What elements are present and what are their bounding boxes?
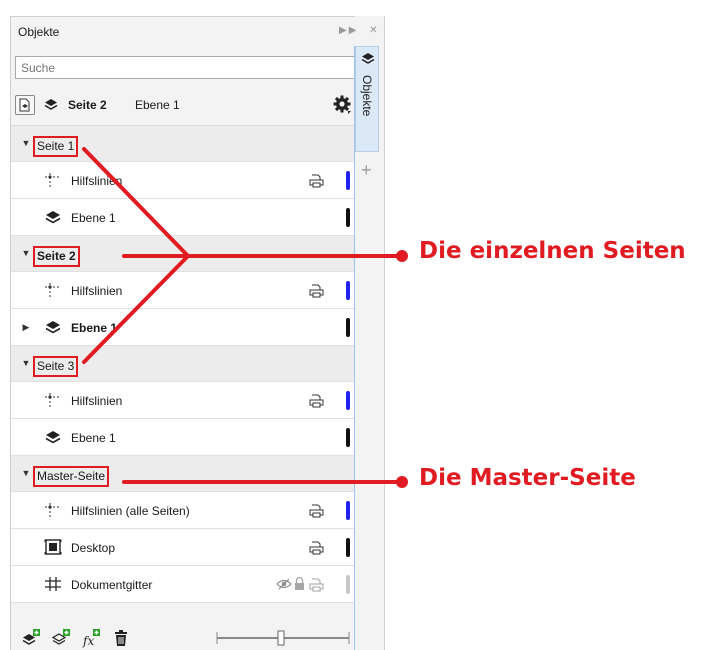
layer-color-swatch[interactable] xyxy=(346,575,350,594)
docker-title-bar: Objekte xyxy=(11,17,355,47)
docker-toolbar: Seite 2 Ebene 1 xyxy=(11,87,356,123)
printer-icon[interactable] xyxy=(309,393,324,408)
expand-arrow-icon[interactable]: ▶ xyxy=(21,321,31,333)
layer-label: Ebene 1 xyxy=(71,431,116,445)
close-icon[interactable]: ✕ xyxy=(369,25,379,36)
add-tab-icon[interactable]: + xyxy=(361,161,372,179)
current-layer-label: Ebene 1 xyxy=(135,98,180,112)
annotation-dot-master xyxy=(396,476,408,488)
layer-row[interactable]: Ebene 1 xyxy=(11,199,356,236)
collapse-arrow-icon[interactable]: ▼ xyxy=(21,247,31,259)
layers-icon xyxy=(361,53,375,64)
layer-row[interactable]: Ebene 1 xyxy=(11,419,356,456)
layer-row[interactable]: Hilfslinien xyxy=(11,382,356,419)
page-row[interactable]: ▼ Seite 2 xyxy=(11,236,356,272)
page-options-button[interactable] xyxy=(15,95,35,115)
tab-objects-label: Objekte xyxy=(360,75,374,117)
printer-icon[interactable] xyxy=(309,503,324,518)
current-page-label: Seite 2 xyxy=(68,98,107,112)
page-row[interactable]: ▼ Seite 1 xyxy=(11,126,356,162)
printer-icon[interactable] xyxy=(309,283,324,298)
layers-icon xyxy=(42,96,60,114)
printer-icon[interactable] xyxy=(309,173,324,188)
new-layer-icon xyxy=(22,629,40,645)
master-callout: Die Master-Seite xyxy=(419,465,636,491)
guides-icon xyxy=(44,282,62,298)
guides-icon xyxy=(44,392,62,408)
layer-label: Hilfslinien (alle Seiten) xyxy=(71,504,190,518)
search-input[interactable] xyxy=(15,56,355,79)
layer-row[interactable]: Hilfslinien (alle Seiten) xyxy=(11,492,356,529)
gear-button[interactable] xyxy=(331,93,353,115)
tab-objects[interactable]: Objekte xyxy=(355,46,379,152)
layer-row[interactable]: Hilfslinien xyxy=(11,162,356,199)
layer-color-swatch[interactable] xyxy=(346,391,350,410)
docker-title: Objekte xyxy=(18,25,60,39)
annotation-dot-pages xyxy=(396,250,408,262)
collapse-arrow-icon[interactable]: ▼ xyxy=(21,467,31,479)
layer-color-swatch[interactable] xyxy=(346,318,350,337)
stage: Objekte Seite 2 Ebene 1 xyxy=(0,0,713,650)
layer-color-swatch[interactable] xyxy=(346,428,350,447)
new-master-layer-button[interactable] xyxy=(51,628,71,648)
docker-title-controls: ▶▶ ✕ xyxy=(339,25,380,36)
guides-icon xyxy=(44,502,62,518)
layer-icon xyxy=(44,429,62,445)
docker-divider xyxy=(354,46,355,650)
layer-color-swatch[interactable] xyxy=(346,501,350,520)
new-layer-button[interactable] xyxy=(21,628,41,648)
effects-button[interactable]: fx xyxy=(81,628,101,648)
page-label: Seite 1 xyxy=(33,136,79,157)
layer-label: Ebene 1 xyxy=(71,211,116,225)
page-row[interactable]: ▼ Seite 3 xyxy=(11,346,356,382)
docker-bottom-toolbar: fx xyxy=(11,626,356,650)
lock-icon[interactable] xyxy=(294,576,305,591)
layer-label: Hilfslinien xyxy=(71,394,123,408)
grid-icon xyxy=(44,576,62,592)
layer-label: Desktop xyxy=(71,541,116,555)
new-master-layer-icon xyxy=(51,629,70,645)
delete-button[interactable] xyxy=(111,628,131,648)
layer-label: Hilfslinien xyxy=(71,174,123,188)
layer-color-swatch[interactable] xyxy=(346,538,350,557)
slider-track-icon xyxy=(216,630,350,646)
page-label: Seite 3 xyxy=(33,356,79,377)
page-options-icon xyxy=(19,98,30,112)
layer-color-swatch[interactable] xyxy=(346,208,350,227)
layer-label: Ebene 1 xyxy=(71,321,118,335)
page-row[interactable]: ▼ Master-Seite xyxy=(11,456,356,492)
page-label: Master-Seite xyxy=(33,466,110,487)
layer-icon xyxy=(44,209,62,225)
layer-row[interactable]: Desktop xyxy=(11,529,356,566)
guides-icon xyxy=(44,172,62,188)
svg-text:fx: fx xyxy=(82,634,94,648)
layer-label: Hilfslinien xyxy=(71,284,123,298)
gear-icon xyxy=(333,95,351,114)
printer-icon[interactable] xyxy=(309,577,324,592)
collapse-arrow-icon[interactable]: ▼ xyxy=(21,357,31,369)
visibility-icon[interactable] xyxy=(276,578,292,590)
page-label: Seite 2 xyxy=(33,246,80,267)
layer-color-swatch[interactable] xyxy=(346,171,350,190)
printer-icon[interactable] xyxy=(309,540,324,555)
layer-row[interactable]: ▶ Ebene 1 xyxy=(11,309,356,346)
zoom-slider[interactable] xyxy=(216,630,350,646)
layer-row[interactable]: Hilfslinien xyxy=(11,272,356,309)
layer-icon xyxy=(44,319,62,335)
layer-color-swatch[interactable] xyxy=(346,281,350,300)
docker-tab-strip: ▶▶ ✕ Objekte + xyxy=(339,16,385,650)
layer-row[interactable]: Dokumentgitter xyxy=(11,566,356,603)
pages-callout: Die einzelnen Seiten xyxy=(419,238,686,264)
layer-label: Dokumentgitter xyxy=(71,578,153,592)
collapse-icon[interactable]: ▶▶ xyxy=(339,25,358,36)
fx-icon: fx xyxy=(82,629,100,648)
object-tree: ▼ Seite 1 Hilfslinien Ebene 1 ▼ Seite 2 Hilfsl… xyxy=(11,125,356,603)
desktop-icon xyxy=(44,539,62,555)
objects-docker: Objekte Seite 2 Ebene 1 xyxy=(10,16,356,650)
collapse-arrow-icon[interactable]: ▼ xyxy=(21,137,31,149)
trash-icon xyxy=(115,630,127,646)
